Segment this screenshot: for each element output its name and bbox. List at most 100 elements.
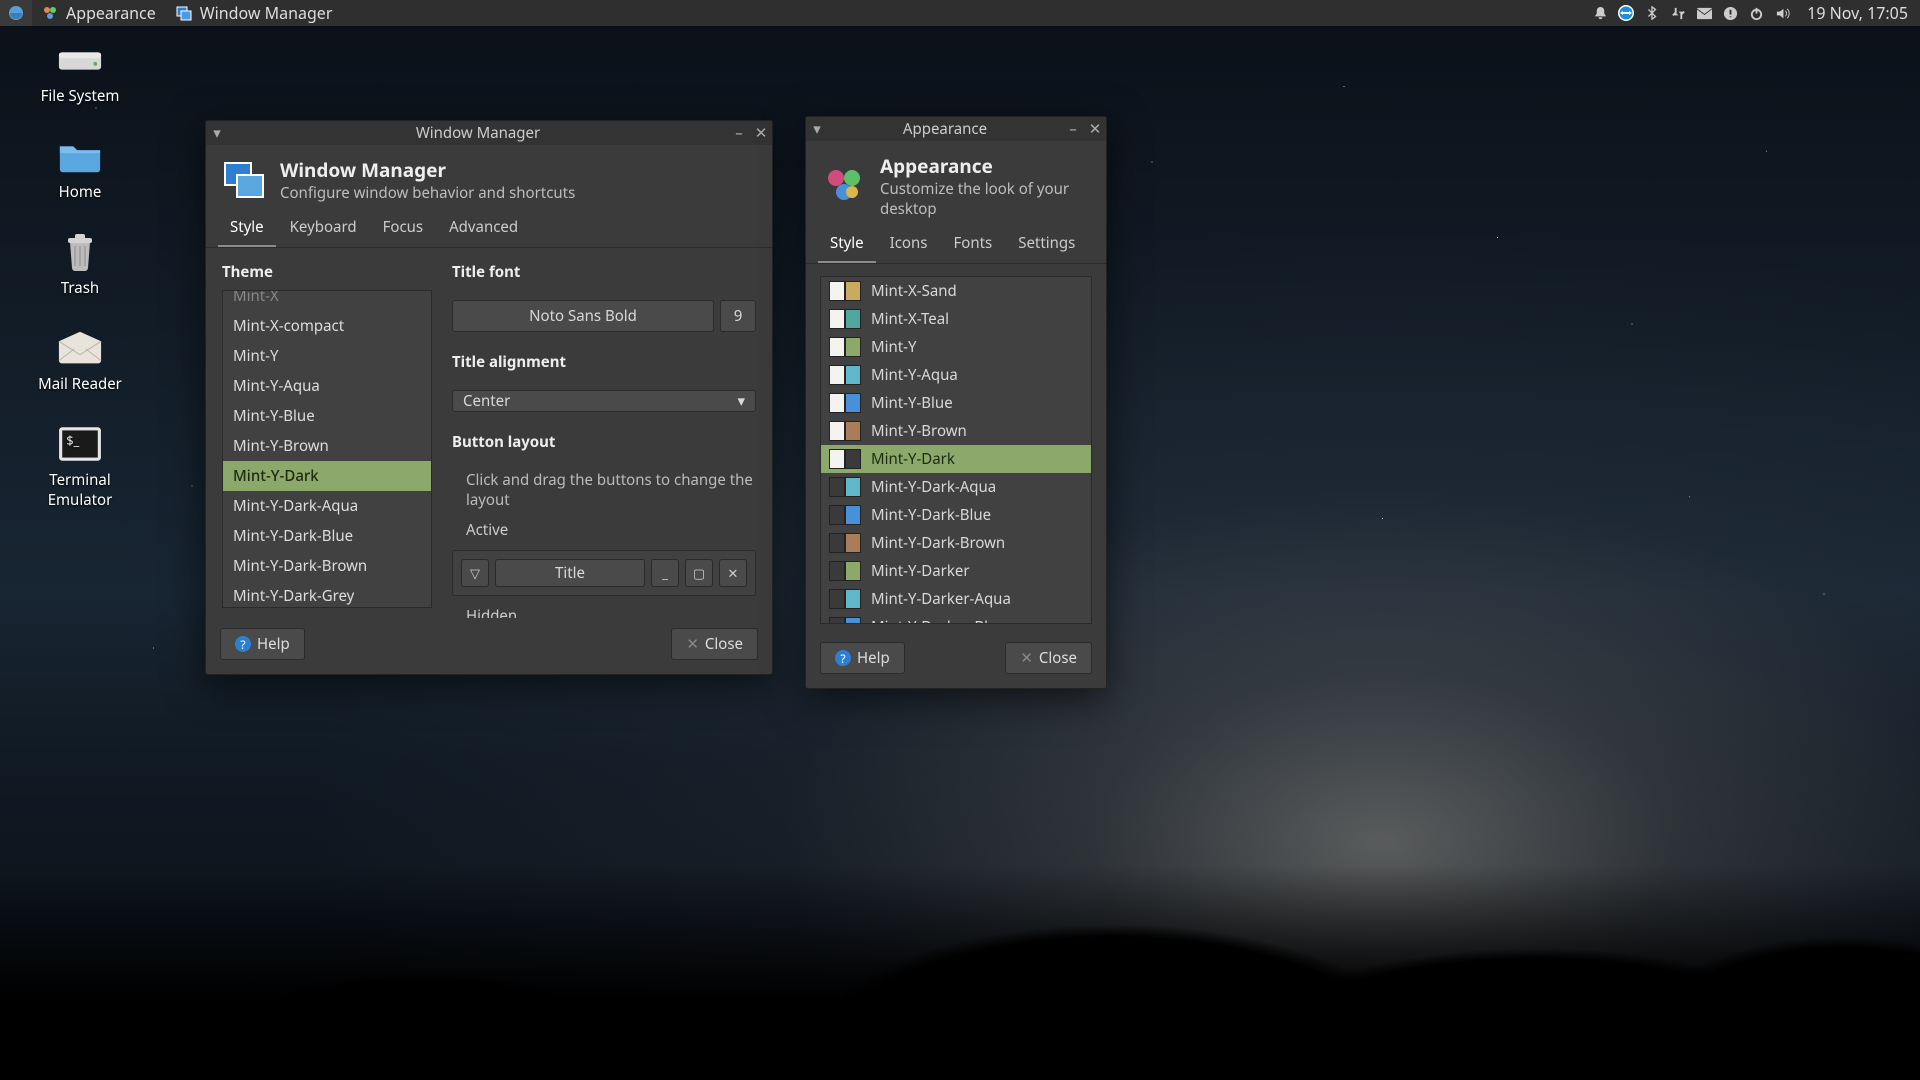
minimize-icon[interactable]: – — [1062, 119, 1084, 139]
style-item[interactable]: Mint-X-Teal — [821, 305, 1091, 333]
title-alignment-combo[interactable]: Center ▾ — [452, 390, 756, 412]
style-item[interactable]: Mint-Y-Dark-Blue — [821, 501, 1091, 529]
style-item[interactable]: Mint-Y-Dark-Brown — [821, 529, 1091, 557]
network-icon[interactable] — [1665, 0, 1691, 26]
theme-item[interactable]: Mint-Y-Blue — [223, 401, 431, 431]
theme-item[interactable]: Mint-Y-Dark-Brown — [223, 551, 431, 581]
window-manager-window: ▾ Window Manager – ✕ Window Manager Conf… — [205, 120, 773, 675]
tab-settings[interactable]: Settings — [1006, 227, 1087, 263]
style-item-label: Mint-Y-Darker-Blue — [871, 617, 1006, 623]
volume-icon[interactable] — [1769, 0, 1795, 26]
close-button[interactable]: ✕Close — [671, 628, 758, 660]
desktop-icon-label: Terminal Emulator — [20, 470, 140, 510]
desktop-icon-trash[interactable]: Trash — [20, 232, 140, 298]
taskbar-item-window-manager[interactable]: Window Manager — [166, 0, 343, 26]
style-item-label: Mint-Y-Blue — [871, 393, 953, 413]
applications-menu[interactable] — [0, 0, 32, 26]
close-x-icon: ✕ — [686, 634, 699, 654]
desktop-icon-home[interactable]: Home — [20, 136, 140, 202]
theme-item[interactable]: Mint-Y-Aqua — [223, 371, 431, 401]
title-font-button[interactable]: Noto Sans Bold — [452, 300, 714, 332]
style-item-label: Mint-Y-Dark-Blue — [871, 505, 991, 525]
style-list[interactable]: Mint-X-Sand Mint-X-TealMint-Y Mint-Y-Aqua M… — [820, 276, 1092, 624]
help-button[interactable]: ?Help — [220, 628, 305, 660]
active-layout-row: ▽ Title _ ▢ ✕ — [452, 550, 756, 596]
theme-item[interactable]: Mint-Y-Dark — [223, 461, 431, 491]
desktop-icon-mail[interactable]: Mail Reader — [20, 328, 140, 394]
style-item[interactable]: Mint-Y-Blue — [821, 389, 1091, 417]
bluetooth-icon[interactable] — [1639, 0, 1665, 26]
theme-item[interactable]: Mint-X — [223, 291, 431, 311]
close-icon[interactable]: ✕ — [1084, 119, 1106, 139]
title-slot[interactable]: Title — [495, 559, 645, 587]
style-item[interactable]: Mint-Y-Aqua — [821, 361, 1091, 389]
theme-item[interactable]: Mint-Y — [223, 341, 431, 371]
wm-footer: ?Help ✕Close — [206, 618, 772, 674]
style-item[interactable]: Mint-X-Sand — [821, 277, 1091, 305]
style-item[interactable]: Mint-Y-Dark-Aqua — [821, 473, 1091, 501]
desktop-icons: File System Home Trash Mail Reader $_ Te… — [20, 40, 140, 510]
style-swatch — [829, 393, 861, 413]
window-menu-button[interactable]: ▽ — [461, 559, 489, 587]
style-swatch — [829, 477, 861, 497]
close-button[interactable]: ✕Close — [1005, 642, 1092, 674]
style-item-label: Mint-X-Sand — [871, 281, 957, 301]
window-title: Appearance — [828, 119, 1062, 139]
style-item[interactable]: Mint-Y — [821, 333, 1091, 361]
tab-fonts[interactable]: Fonts — [941, 227, 1004, 263]
tab-focus[interactable]: Focus — [371, 211, 436, 247]
style-item[interactable]: Mint-Y-Darker — [821, 557, 1091, 585]
window-title: Window Manager — [228, 123, 728, 143]
close-icon[interactable]: ✕ — [750, 123, 772, 143]
teamviewer-icon[interactable] — [1613, 0, 1639, 26]
updates-icon[interactable] — [1717, 0, 1743, 26]
style-item[interactable]: Mint-Y-Darker-Aqua — [821, 585, 1091, 613]
active-label: Active — [452, 520, 756, 540]
style-item-label: Mint-Y-Aqua — [871, 365, 958, 385]
tab-icons[interactable]: Icons — [878, 227, 940, 263]
style-item[interactable]: Mint-Y-Dark — [821, 445, 1091, 473]
theme-item[interactable]: Mint-Y-Dark-Blue — [223, 521, 431, 551]
window-heading: Appearance — [880, 153, 1090, 179]
theme-item[interactable]: Mint-Y-Brown — [223, 431, 431, 461]
style-item[interactable]: Mint-Y-Darker-Blue — [821, 613, 1091, 623]
combo-value: Center — [463, 391, 510, 411]
window-manager-icon — [222, 158, 266, 202]
style-swatch — [829, 561, 861, 581]
titlebar[interactable]: ▾ Window Manager – ✕ — [206, 121, 772, 145]
style-swatch — [829, 365, 861, 385]
minimize-icon[interactable]: – — [728, 123, 750, 143]
title-font-label: Title font — [452, 262, 756, 282]
theme-item[interactable]: Mint-Y-Dark-Aqua — [223, 491, 431, 521]
power-icon[interactable] — [1743, 0, 1769, 26]
title-font-size-spin[interactable]: 9 — [720, 300, 756, 332]
drive-icon — [55, 40, 105, 80]
theme-list[interactable]: Mint-XMint-X-compactMint-YMint-Y-AquaMin… — [222, 290, 432, 608]
taskbar-item-appearance[interactable]: Appearance — [32, 0, 166, 26]
mail-icon[interactable] — [1691, 0, 1717, 26]
style-swatch — [829, 421, 861, 441]
window-menu-icon[interactable]: ▾ — [806, 119, 828, 139]
style-item[interactable]: Mint-Y-Brown — [821, 417, 1091, 445]
tab-advanced[interactable]: Advanced — [437, 211, 530, 247]
tab-style[interactable]: Style — [818, 227, 876, 263]
theme-label: Theme — [222, 262, 432, 282]
window-menu-icon[interactable]: ▾ — [206, 123, 228, 143]
minimize-button[interactable]: _ — [651, 559, 679, 587]
hidden-label: Hidden — [452, 606, 756, 618]
tab-keyboard[interactable]: Keyboard — [278, 211, 369, 247]
notification-icon[interactable] — [1587, 0, 1613, 26]
help-button[interactable]: ?Help — [820, 642, 905, 674]
close-button[interactable]: ✕ — [719, 559, 747, 587]
style-item-label: Mint-Y-Darker — [871, 561, 970, 581]
tab-style[interactable]: Style — [218, 211, 276, 247]
clock[interactable]: 19 Nov, 17:05 — [1795, 2, 1920, 24]
desktop-icon-terminal[interactable]: $_ Terminal Emulator — [20, 424, 140, 510]
maximize-button[interactable]: ▢ — [685, 559, 713, 587]
theme-item[interactable]: Mint-Y-Dark-Grey — [223, 581, 431, 607]
theme-item[interactable]: Mint-X-compact — [223, 311, 431, 341]
desktop-icon-filesystem[interactable]: File System — [20, 40, 140, 106]
ap-tabs: Style Icons Fonts Settings — [806, 227, 1106, 264]
titlebar[interactable]: ▾ Appearance – ✕ — [806, 117, 1106, 141]
title-alignment-label: Title alignment — [452, 352, 756, 372]
